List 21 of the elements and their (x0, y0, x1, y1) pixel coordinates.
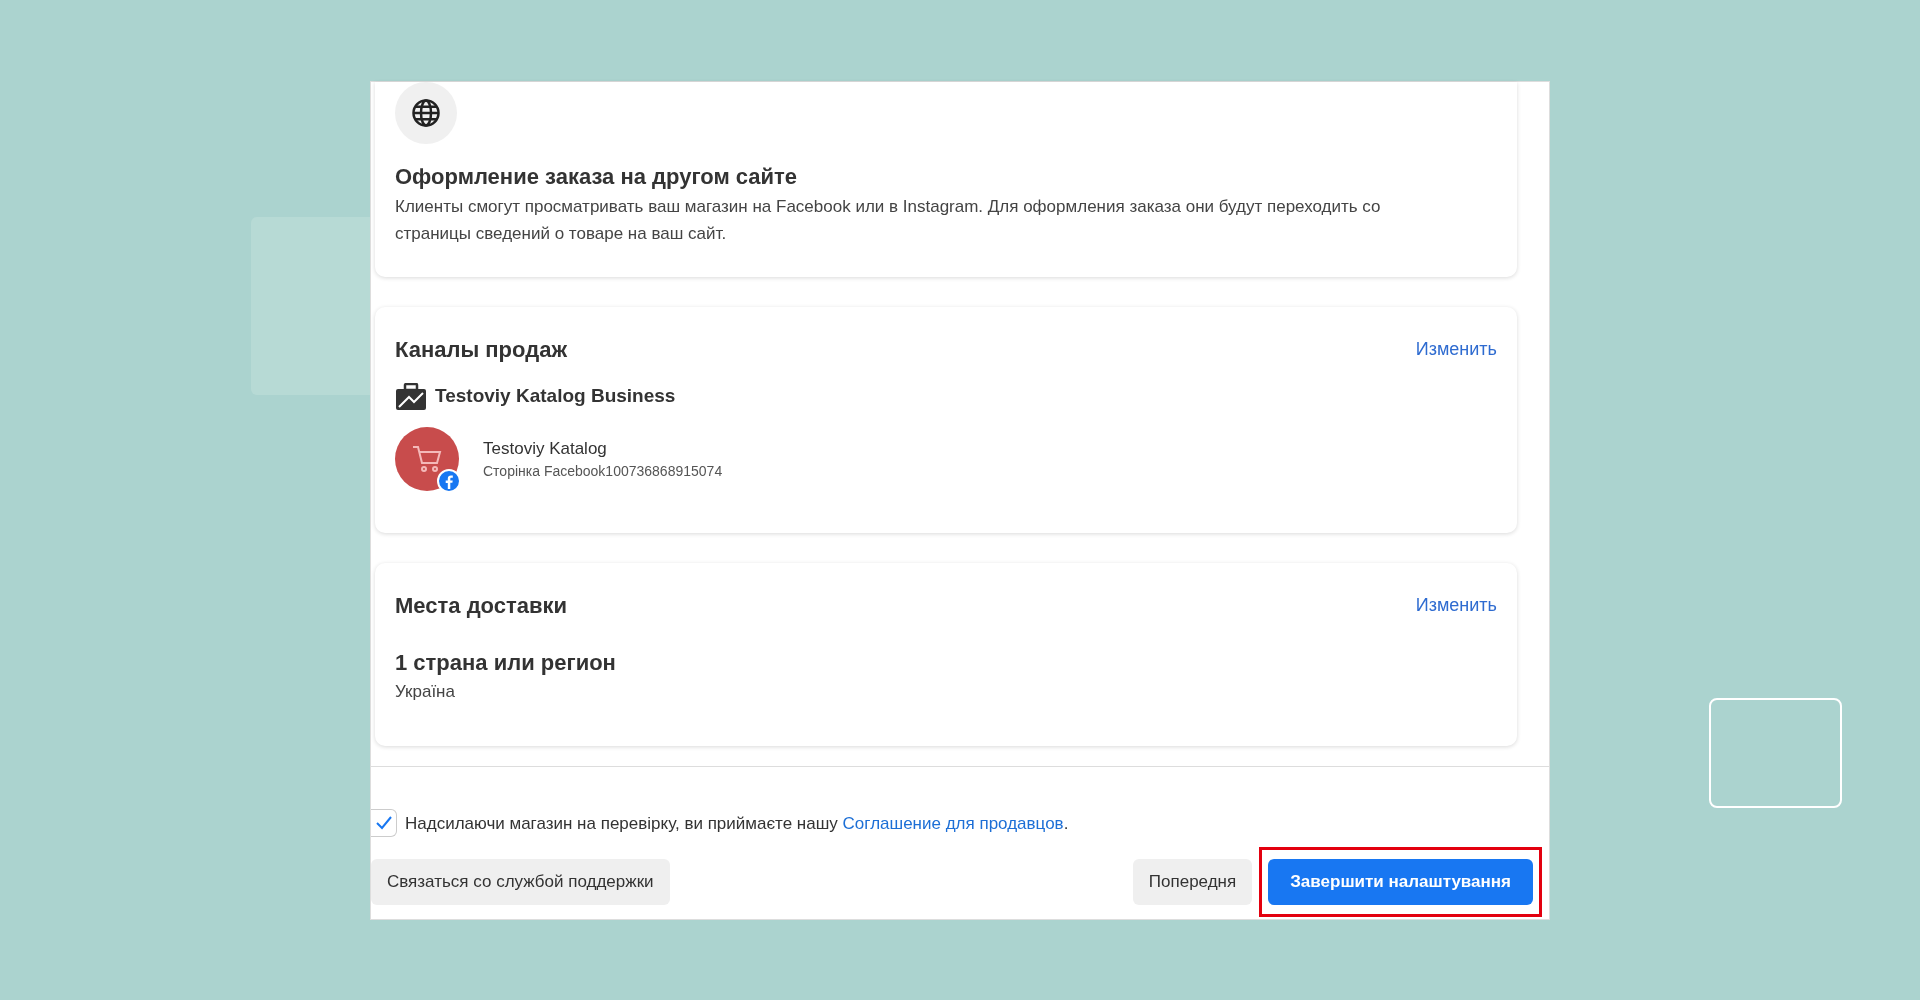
back-button[interactable]: Попередня (1132, 859, 1253, 905)
card-description: Клиенты смогут просматривать ваш магазин на Facebook или в Instagram. Для оформления заказа они будут переходить со страницы сведений о товаре на ваш сайт. (395, 196, 1382, 246)
agreement-text: Надсилаючи магазин на перевірку, ви приймаєте нашу Соглашение для продавцов. (405, 812, 1069, 835)
card-title: Места доставки (395, 591, 568, 620)
support-button[interactable]: Связаться со службой поддержки (371, 859, 670, 905)
cart-icon (411, 443, 443, 474)
edit-link[interactable]: Изменить (1415, 336, 1497, 364)
page-subtitle: Сторінка Facebook100736868915074 (483, 462, 723, 482)
delivery-summary: 1 страна или регион (395, 648, 617, 677)
finish-button[interactable]: Завершити налаштування (1268, 859, 1533, 905)
checkmark-icon (375, 816, 392, 831)
country-name: Україна (395, 680, 456, 703)
business-name: Testoviy Katalog Business (435, 384, 676, 409)
page-name: Testoviy Katalog (483, 437, 608, 460)
card-title: Оформление заказа на другом сайте (395, 163, 799, 191)
card-title: Каналы продаж (395, 336, 567, 365)
agreement-link[interactable]: Соглашение для продавцов (842, 813, 1064, 833)
edit-link[interactable]: Изменить (1415, 591, 1497, 619)
briefcase-icon (395, 382, 427, 411)
facebook-icon (437, 468, 461, 493)
agreement-checkbox[interactable] (371, 809, 397, 838)
